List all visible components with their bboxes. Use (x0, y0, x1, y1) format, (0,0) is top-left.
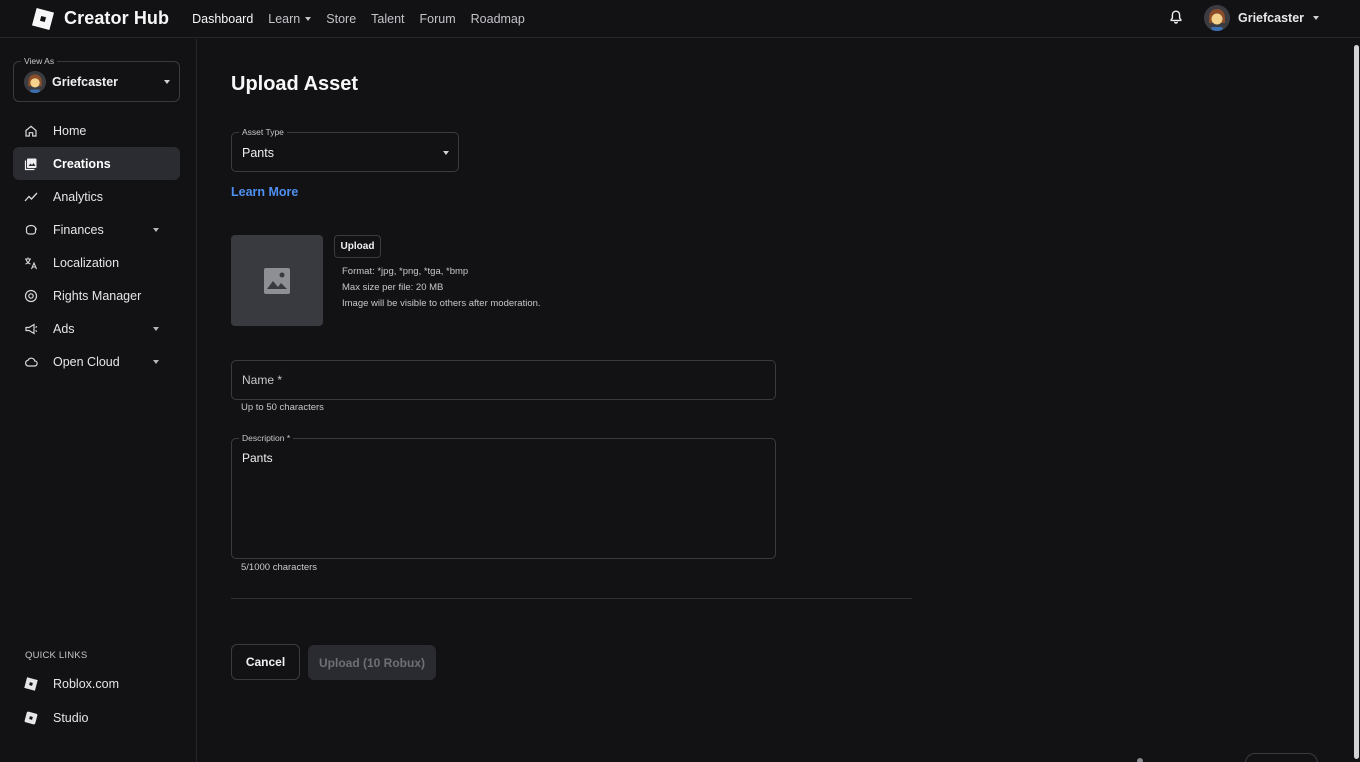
chevron-down-icon (164, 80, 170, 84)
quick-link-studio[interactable]: Studio (13, 703, 180, 733)
chevron-down-icon (1313, 16, 1320, 20)
asset-type-label: Asset Type (239, 127, 287, 137)
nav-talent[interactable]: Talent (371, 12, 404, 26)
avatar (1204, 5, 1230, 31)
megaphone-icon (25, 323, 38, 335)
sidebar-item-creations[interactable]: Creations (13, 147, 180, 180)
sidebar-item-label: Open Cloud (53, 354, 120, 369)
sidebar-item-label: Rights Manager (53, 288, 142, 303)
sidebar: View As Griefcaster Home Creations Analy… (0, 39, 197, 762)
studio-icon (24, 711, 38, 725)
chevron-down-icon (153, 327, 159, 331)
name-helper-text: Up to 50 characters (241, 402, 324, 413)
sidebar-item-label: Localization (53, 255, 120, 270)
cancel-button[interactable]: Cancel (231, 644, 300, 680)
upload-moderation-text: Image will be visible to others after mo… (342, 298, 541, 309)
view-as-selector[interactable]: View As Griefcaster (13, 56, 180, 102)
sidebar-item-analytics[interactable]: Analytics (13, 180, 180, 213)
nav-talent-label: Talent (371, 11, 405, 26)
nav-store[interactable]: Store (326, 12, 356, 26)
bell-icon[interactable] (1168, 9, 1184, 25)
quick-link-roblox[interactable]: Roblox.com (13, 669, 180, 699)
description-field: Description * (231, 433, 776, 559)
image-placeholder-icon (264, 267, 290, 294)
translate-icon (25, 257, 38, 270)
nav-roadmap-label: Roadmap (470, 11, 525, 26)
description-input[interactable] (232, 439, 775, 558)
page-scrollbar[interactable] (1352, 39, 1360, 762)
description-helper-text: 5/1000 characters (241, 562, 318, 573)
user-name: Griefcaster (1238, 11, 1305, 25)
sidebar-item-home[interactable]: Home (13, 114, 180, 147)
submit-upload-button[interactable]: Upload (10 Robux) (308, 645, 436, 680)
name-field (231, 360, 776, 400)
divider (231, 598, 912, 599)
top-bar: Creator Hub Dashboard Learn Store Talent… (0, 0, 1360, 38)
nav-learn[interactable]: Learn (268, 11, 312, 26)
corner-indicator (1137, 758, 1143, 762)
home-icon (25, 125, 37, 137)
creations-icon (24, 158, 37, 171)
nav-dashboard[interactable]: Dashboard (192, 12, 253, 26)
brand-title: Creator Hub (64, 8, 170, 28)
chevron-down-icon (305, 16, 312, 21)
nav-forum[interactable]: Forum (420, 12, 456, 26)
sidebar-item-localization[interactable]: Localization (13, 246, 180, 279)
nav-dashboard-label: Dashboard (192, 11, 254, 26)
user-menu[interactable]: Griefcaster (1204, 4, 1320, 32)
asset-type-value: Pants (242, 146, 274, 160)
page-title: Upload Asset (231, 73, 359, 95)
upload-format-text: Format: *jpg, *png, *tga, *bmp (342, 266, 469, 277)
asset-type-select[interactable]: Asset Type Pants (231, 127, 459, 172)
quick-link-label: Studio (53, 711, 89, 725)
sidebar-item-open-cloud[interactable]: Open Cloud (13, 345, 180, 378)
sidebar-item-label: Ads (53, 321, 75, 336)
sidebar-item-label: Finances (53, 222, 104, 237)
sidebar-item-label: Home (53, 123, 87, 138)
scrollbar-thumb[interactable] (1354, 45, 1359, 759)
floating-widget[interactable] (1245, 753, 1318, 762)
view-as-name: Griefcaster (52, 75, 119, 89)
chevron-down-icon (443, 151, 449, 155)
nav-forum-label: Forum (419, 11, 456, 26)
image-preview[interactable] (231, 235, 323, 326)
brand[interactable]: Creator Hub (31, 0, 169, 38)
sidebar-item-rights-manager[interactable]: Rights Manager (13, 279, 180, 312)
quick-links-title: QUICK LINKS (25, 650, 88, 661)
chevron-down-icon (153, 360, 159, 364)
sidebar-item-label: Analytics (53, 189, 104, 204)
learn-more-link[interactable]: Learn More (231, 185, 298, 199)
chevron-down-icon (153, 228, 159, 232)
roblox-logo-icon (31, 7, 55, 30)
nav-learn-label: Learn (268, 11, 301, 26)
sidebar-item-finances[interactable]: Finances (13, 213, 180, 246)
name-input[interactable] (232, 361, 775, 399)
sidebar-item-ads[interactable]: Ads (13, 312, 180, 345)
view-as-label: View As (21, 56, 58, 66)
finances-icon (25, 224, 37, 235)
sidebar-item-label: Creations (53, 156, 111, 171)
upload-size-text: Max size per file: 20 MB (342, 282, 444, 293)
upload-image-button[interactable]: Upload (334, 235, 381, 258)
avatar (24, 71, 46, 93)
analytics-icon (24, 192, 38, 202)
copyright-icon (24, 289, 38, 303)
roblox-icon (24, 677, 38, 691)
cloud-icon (25, 357, 38, 367)
quick-link-label: Roblox.com (53, 677, 119, 691)
upload-requirements: Format: *jpg, *png, *tga, *bmp Max size … (342, 264, 541, 312)
nav-roadmap[interactable]: Roadmap (471, 12, 525, 26)
nav-store-label: Store (326, 11, 357, 26)
side-nav: Home Creations Analytics Finances Locali… (13, 114, 180, 378)
top-nav: Dashboard Learn Store Talent Forum Roadm… (192, 0, 540, 38)
